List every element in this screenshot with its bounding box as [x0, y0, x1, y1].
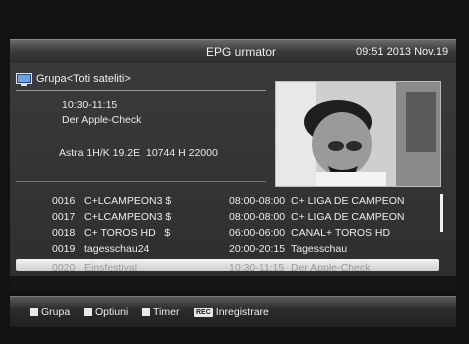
event-time: 08:00-08:00 [229, 211, 286, 223]
header-bar: EPG urmator 09:51 2013 Nov.19 [10, 39, 456, 64]
channel-number: 0017 [52, 211, 76, 223]
video-preview [275, 81, 441, 187]
event-title: Der Apple-Check [291, 262, 371, 271]
channel-row[interactable]: 0018 C+ TOROS HD $ 06:00-06:00 CANAL+ TO… [10, 225, 440, 242]
tv-icon [16, 72, 32, 86]
timer-button[interactable]: Timer [142, 306, 179, 318]
panel-bottom-shade [10, 276, 456, 292]
event-title: C+ LIGA DE CAMPEON [291, 211, 405, 223]
satellite-name: Astra 1H/K 19.2E [59, 147, 141, 159]
rec-key-icon: REC [194, 307, 213, 317]
channel-number: 0018 [52, 227, 76, 239]
program-name: Der Apple-Check [62, 114, 142, 126]
list-scrollbar[interactable] [440, 194, 443, 232]
page-title: EPG urmator [206, 45, 277, 59]
channel-name: Einsfestival [84, 262, 138, 271]
event-title: C+ LIGA DE CAMPEON [291, 195, 405, 207]
grupa-label: Grupa [41, 306, 71, 318]
record-button[interactable]: REC Inregistrare [194, 306, 269, 318]
red-key-icon [30, 308, 38, 316]
timer-label: Timer [153, 306, 180, 318]
event-title: Tagesschau [291, 243, 348, 255]
channel-number: 0019 [52, 243, 76, 255]
clock: 09:51 2013 Nov.19 [356, 46, 449, 58]
channel-name: C+LCAMPEON3 $ [84, 211, 172, 223]
footer-bar: Grupa Optiuni Timer REC Inregistrare [10, 296, 456, 327]
main-panel: Grupa<Toti sateliti> 10:30-11:15 Der App… [10, 63, 456, 288]
channel-name: C+ TOROS HD $ [84, 227, 171, 239]
group-selector[interactable]: Grupa<Toti sateliti> [16, 70, 131, 88]
group-underline [16, 90, 266, 91]
event-time: 10:30-11:15 [229, 262, 285, 271]
info-divider [16, 181, 266, 182]
optiuni-label: Optiuni [95, 306, 129, 318]
yellow-key-icon [142, 308, 150, 316]
transponder-info: 10744 H 22000 [146, 147, 218, 159]
channel-name: tagesschau24 [84, 243, 150, 255]
program-time: 10:30-11:15 [62, 99, 118, 111]
event-time: 08:00-08:00 [229, 195, 286, 207]
channel-row-selected[interactable]: 0020 Einsfestival 10:30-11:15 Der Apple-… [16, 259, 439, 271]
event-time: 06:00-06:00 [229, 227, 286, 239]
channel-row[interactable]: 0017 C+LCAMPEON3 $ 08:00-08:00 C+ LIGA D… [10, 209, 440, 226]
channel-row[interactable]: 0019 tagesschau24 20:00-20:15 Tagesschau [10, 241, 440, 258]
green-key-icon [84, 308, 92, 316]
channel-row[interactable]: 0016 C+LCAMPEON3 $ 08:00-08:00 C+ LIGA D… [10, 193, 440, 210]
grupa-button[interactable]: Grupa [30, 306, 70, 318]
event-title: CANAL+ TOROS HD [291, 227, 391, 239]
channel-name: C+LCAMPEON3 $ [84, 195, 172, 207]
group-label: Grupa<Toti sateliti> [36, 73, 131, 85]
channel-number: 0020 [52, 262, 76, 271]
record-label: Inregistrare [215, 306, 269, 318]
optiuni-button[interactable]: Optiuni [84, 306, 128, 318]
channel-number: 0016 [52, 195, 76, 207]
epg-screen: EPG urmator 09:51 2013 Nov.19 Grupa<Toti… [0, 0, 469, 344]
event-time: 20:00-20:15 [229, 243, 286, 255]
